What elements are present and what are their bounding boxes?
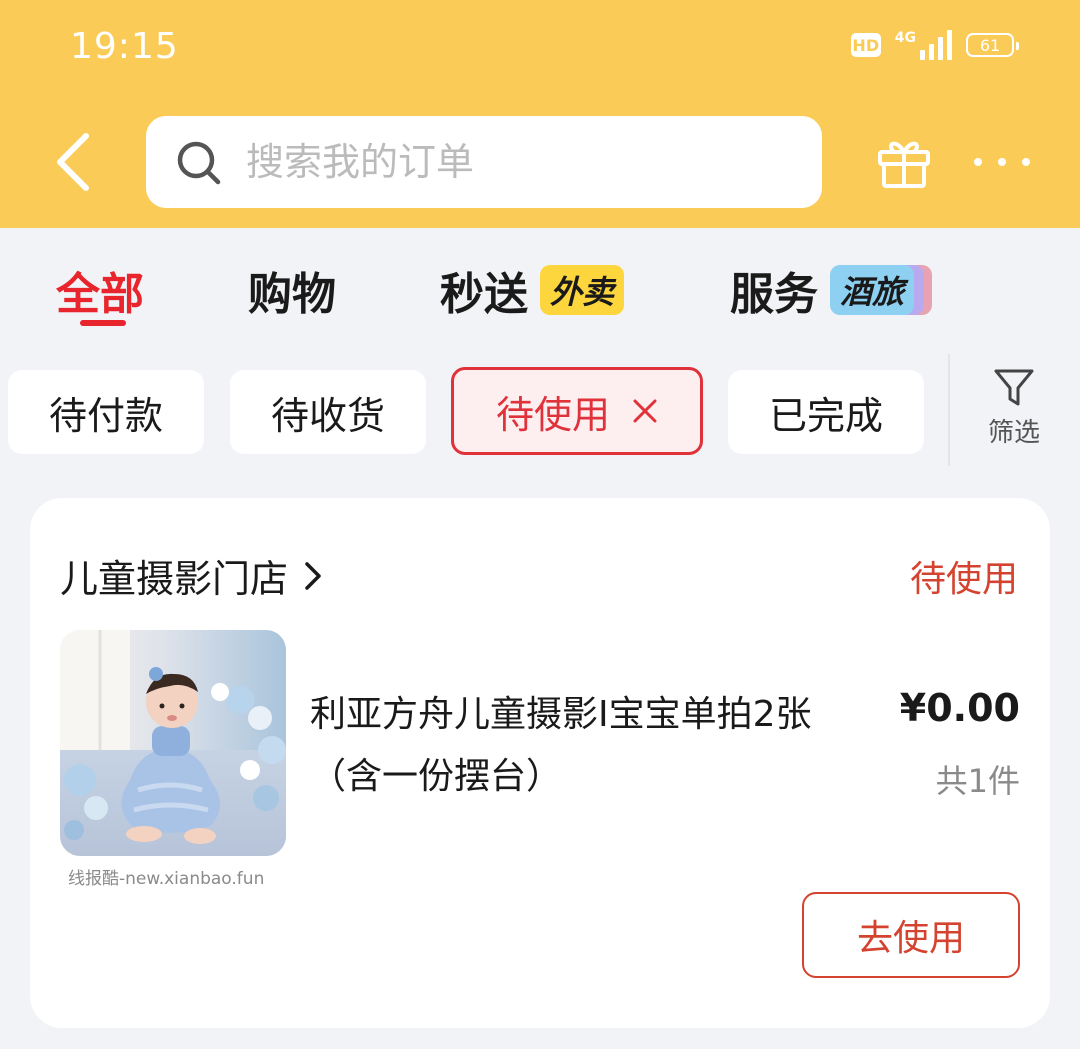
divider: [948, 354, 950, 466]
signal-bars: [920, 30, 952, 60]
signal-icon: 4G: [895, 30, 952, 60]
hotel-travel-badge: 酒旅: [830, 265, 933, 315]
baby-photo-image: [60, 630, 286, 856]
product-image[interactable]: [60, 630, 286, 856]
hotel-travel-badge-label: 酒旅: [830, 265, 915, 315]
back-button[interactable]: [48, 130, 98, 194]
tab-label: 秒送: [440, 269, 528, 320]
filter-button[interactable]: 筛选: [978, 368, 1050, 449]
more-dot-icon: [974, 158, 982, 166]
tab-label: 服务: [730, 269, 818, 320]
tab-all[interactable]: 全部: [56, 258, 144, 322]
search-box[interactable]: [146, 116, 822, 208]
shop-name: 儿童摄影门店: [60, 557, 289, 601]
battery-level: 61: [979, 35, 1001, 55]
tab-label: 全部: [56, 269, 144, 320]
battery-icon: 61: [966, 33, 1019, 57]
tab-services[interactable]: 服务 酒旅: [730, 258, 933, 322]
tab-active-indicator: [80, 320, 126, 326]
order-card[interactable]: 儿童摄影门店 待使用 线报酷-new.xianbao.fun 利亚方舟儿童摄影I…: [30, 498, 1050, 1028]
use-button-label: 去使用: [856, 918, 965, 959]
gift-icon: [878, 141, 930, 188]
image-watermark: 线报酷-new.xianbao.fun: [68, 869, 265, 889]
search-icon: [177, 141, 221, 185]
hd-icon: HD: [850, 33, 881, 57]
filter-pending-receipt[interactable]: 待收货: [230, 370, 426, 454]
top-header: 19:15 HD 4G 61: [0, 0, 1080, 228]
filter-label: 已完成: [768, 393, 883, 438]
network-type-label: 4G: [894, 30, 916, 46]
order-status-label: 待使用: [909, 559, 1018, 600]
back-arrow-icon: [57, 133, 89, 191]
status-icons: HD 4G 61: [850, 30, 1019, 60]
filter-pending-use[interactable]: 待使用: [451, 367, 703, 455]
funnel-icon: [994, 369, 1034, 406]
use-voucher-button[interactable]: 去使用: [802, 892, 1020, 978]
filter-label: 待付款: [48, 393, 163, 438]
search-input[interactable]: [246, 116, 786, 208]
status-time: 19:15: [70, 26, 179, 67]
shop-link[interactable]: 儿童摄影门店: [60, 548, 322, 603]
takeout-badge: 外卖: [540, 265, 625, 315]
product-title[interactable]: 利亚方舟儿童摄影I宝宝单拍2张（含一份摆台）: [310, 684, 870, 808]
filter-pending-payment[interactable]: 待付款: [8, 370, 204, 454]
filter-label: 待使用: [495, 392, 610, 437]
filter-completed[interactable]: 已完成: [728, 370, 924, 454]
order-quantity: 共1件: [935, 762, 1020, 800]
clear-filter-icon[interactable]: [632, 398, 658, 424]
more-options-button[interactable]: [974, 150, 1030, 174]
order-price: ¥0.00: [899, 686, 1020, 730]
tab-shopping[interactable]: 购物: [248, 258, 336, 322]
tab-instant-delivery[interactable]: 秒送 外卖: [440, 258, 625, 322]
more-dot-icon: [998, 158, 1006, 166]
chevron-right-icon: [305, 561, 321, 590]
filter-button-label: 筛选: [987, 418, 1040, 448]
tab-label: 购物: [248, 269, 336, 320]
more-dot-icon: [1022, 158, 1030, 166]
filter-label: 待收货: [270, 393, 385, 438]
gift-button[interactable]: [876, 134, 932, 190]
